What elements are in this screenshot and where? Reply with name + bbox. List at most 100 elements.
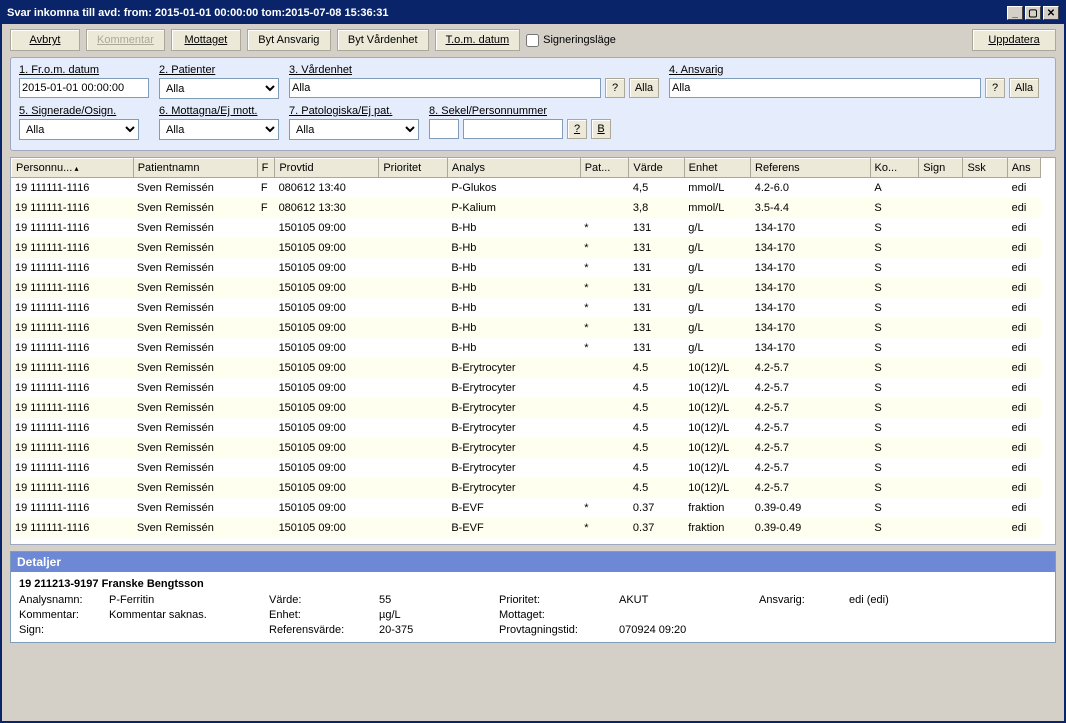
- avbryt-button[interactable]: Avbryt: [10, 29, 80, 51]
- column-header[interactable]: Ssk: [963, 159, 1007, 178]
- table-row[interactable]: 19 111111-1116Sven Remissén150105 09:00B…: [11, 398, 1041, 418]
- signerade-select[interactable]: Alla: [19, 119, 139, 140]
- column-header[interactable]: Ko...: [870, 159, 919, 178]
- column-header[interactable]: Pat...: [580, 159, 629, 178]
- cell-enhet: g/L: [684, 298, 750, 318]
- cell-pat: *: [580, 338, 629, 358]
- column-header[interactable]: Personnu...: [12, 159, 134, 178]
- ansvarig-alla-button[interactable]: Alla: [1009, 78, 1039, 98]
- byt-ansvarig-button[interactable]: Byt Ansvarig: [247, 29, 331, 51]
- cell-varde: 4,5: [629, 178, 684, 198]
- table-row[interactable]: 19 111111-1116Sven Remissén150105 09:00B…: [11, 378, 1041, 398]
- table-row[interactable]: 19 111111-1116Sven Remissén150105 09:00B…: [11, 238, 1041, 258]
- from-date-input[interactable]: [19, 78, 149, 98]
- cell-ssk: [963, 298, 1007, 318]
- cell-analys: B-Erytrocyter: [447, 358, 580, 378]
- table-row[interactable]: 19 111111-1116Sven Remissén150105 09:00B…: [11, 458, 1041, 478]
- cell-f: [257, 478, 275, 498]
- byt-vardenhet-button[interactable]: Byt Vårdenhet: [337, 29, 429, 51]
- table-row[interactable]: 19 111111-1116Sven Remissén150105 09:00B…: [11, 498, 1041, 518]
- table-row[interactable]: 19 111111-1116Sven Remissén150105 09:00B…: [11, 518, 1041, 538]
- cell-ref: 134-170: [751, 218, 871, 238]
- table-row[interactable]: 19 111111-1116Sven Remissén150105 09:00B…: [11, 358, 1041, 378]
- column-header[interactable]: Ans: [1007, 159, 1040, 178]
- uppdatera-button[interactable]: Uppdatera: [972, 29, 1056, 51]
- cell-ans: edi: [1008, 178, 1041, 198]
- column-header[interactable]: Provtid: [275, 159, 379, 178]
- vardenhet-alla-button[interactable]: Alla: [629, 78, 659, 98]
- signeringslage-input[interactable]: [526, 34, 539, 47]
- cell-prio: [379, 498, 448, 518]
- refvarde-value: 20-375: [379, 624, 499, 636]
- sekel-input-a[interactable]: [429, 119, 459, 139]
- close-button[interactable]: ✕: [1043, 6, 1059, 20]
- tom-datum-button[interactable]: T.o.m. datum: [435, 29, 521, 51]
- column-header[interactable]: Prioritet: [379, 159, 448, 178]
- table-row[interactable]: 19 111111-1116Sven Remissén150105 09:00B…: [11, 218, 1041, 238]
- cell-ssk: [963, 278, 1007, 298]
- from-date-label: 1. Fr.o.m. datum: [19, 64, 149, 76]
- cell-ko: S: [870, 338, 919, 358]
- sekel-help-button[interactable]: ?: [567, 119, 587, 139]
- sekel-input-b[interactable]: [463, 119, 563, 139]
- cell-ref: 0.39-0.49: [751, 498, 871, 518]
- cell-prio: [379, 438, 448, 458]
- cell-ko: S: [870, 198, 919, 218]
- cell-analys: B-EVF: [447, 518, 580, 538]
- cell-ko: S: [870, 418, 919, 438]
- table-row[interactable]: 19 111111-1116Sven Remissén150105 09:00B…: [11, 418, 1041, 438]
- cell-ref: 134-170: [751, 318, 871, 338]
- maximize-button[interactable]: ▢: [1025, 6, 1041, 20]
- table-row[interactable]: 19 111111-1116Sven Remissén150105 09:00B…: [11, 278, 1041, 298]
- vardenhet-input[interactable]: [289, 78, 601, 98]
- cell-provtid: 150105 09:00: [275, 478, 379, 498]
- cell-namn: Sven Remissén: [133, 178, 257, 198]
- sekel-b-button[interactable]: B: [591, 119, 611, 139]
- cell-pn: 19 111111-1116: [11, 438, 133, 458]
- mottagna-select[interactable]: Alla: [159, 119, 279, 140]
- cell-ans: edi: [1008, 378, 1041, 398]
- column-header[interactable]: Analys: [447, 159, 580, 178]
- minimize-button[interactable]: _: [1007, 6, 1023, 20]
- column-header[interactable]: Referens: [751, 159, 870, 178]
- cell-provtid: 150105 09:00: [275, 258, 379, 278]
- table-row[interactable]: 19 111111-1116Sven Remissén150105 09:00B…: [11, 318, 1041, 338]
- cell-varde: 131: [629, 298, 684, 318]
- vardenhet-help-button[interactable]: ?: [605, 78, 625, 98]
- mottaget-button[interactable]: Mottaget: [171, 29, 241, 51]
- ansvarig-input[interactable]: [669, 78, 981, 98]
- table-row[interactable]: 19 111111-1116Sven RemissénF080612 13:40…: [11, 178, 1041, 198]
- cell-sign: [919, 518, 963, 538]
- details-panel: Detaljer 19 211213-9197 Franske Bengtsso…: [10, 551, 1056, 643]
- cell-ans: edi: [1008, 498, 1041, 518]
- column-header[interactable]: Värde: [629, 159, 684, 178]
- provtid-value: 070924 09:20: [619, 624, 759, 636]
- column-header[interactable]: Sign: [919, 159, 963, 178]
- table-row[interactable]: 19 111111-1116Sven RemissénF080612 13:30…: [11, 198, 1041, 218]
- column-header[interactable]: Enhet: [684, 159, 750, 178]
- signeringslage-checkbox[interactable]: Signeringsläge: [526, 34, 616, 47]
- column-header[interactable]: F: [257, 159, 275, 178]
- cell-enhet: 10(12)/L: [684, 438, 750, 458]
- cell-analys: P-Glukos: [447, 178, 580, 198]
- table-row[interactable]: 19 111111-1116Sven Remissén150105 09:00B…: [11, 438, 1041, 458]
- cell-sign: [919, 258, 963, 278]
- details-patient-title: 19 211213-9197 Franske Bengtsson: [19, 578, 1047, 590]
- ansvarig-detail-label: Ansvarig:: [759, 594, 849, 606]
- cell-prio: [379, 178, 448, 198]
- cell-prio: [379, 418, 448, 438]
- patologiska-select[interactable]: Alla: [289, 119, 419, 140]
- column-header[interactable]: Patientnamn: [133, 159, 257, 178]
- cell-provtid: 150105 09:00: [275, 318, 379, 338]
- mottagna-label: 6. Mottagna/Ej mott.: [159, 105, 279, 117]
- patienter-select[interactable]: Alla: [159, 78, 279, 99]
- table-row[interactable]: 19 111111-1116Sven Remissén150105 09:00B…: [11, 478, 1041, 498]
- cell-pn: 19 111111-1116: [11, 278, 133, 298]
- cell-provtid: 150105 09:00: [275, 458, 379, 478]
- cell-varde: 131: [629, 338, 684, 358]
- table-row[interactable]: 19 111111-1116Sven Remissén150105 09:00B…: [11, 298, 1041, 318]
- table-row[interactable]: 19 111111-1116Sven Remissén150105 09:00B…: [11, 258, 1041, 278]
- ansvarig-detail-value: edi (edi): [849, 594, 969, 606]
- table-row[interactable]: 19 111111-1116Sven Remissén150105 09:00B…: [11, 338, 1041, 358]
- ansvarig-help-button[interactable]: ?: [985, 78, 1005, 98]
